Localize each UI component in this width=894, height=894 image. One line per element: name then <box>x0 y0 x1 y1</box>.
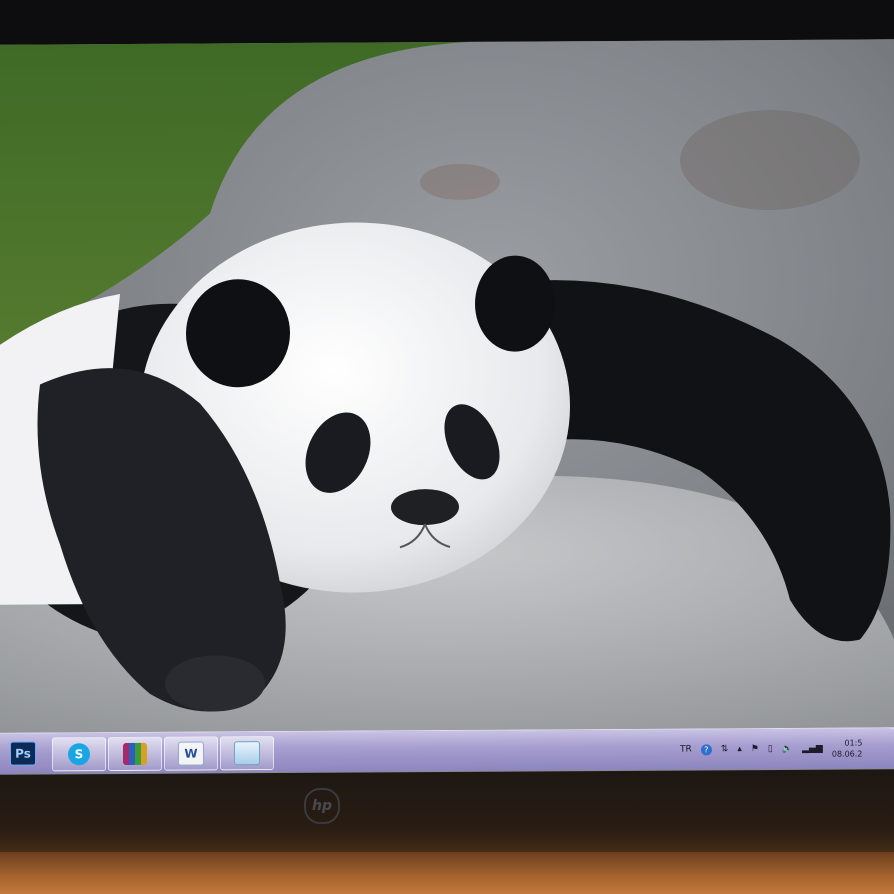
desk-surface <box>0 852 894 894</box>
taskbar: Ps S W TR ? ⇅ ▴ ⚑ ▯ 🔈 ▂▄▆ 01:5 08.06.2 <box>0 727 894 774</box>
signal-strength-icon[interactable]: ▂▄▆ <box>802 744 823 754</box>
taskbar-button-explorer[interactable] <box>220 736 274 771</box>
skype-icon: S <box>68 743 90 766</box>
folder-icon <box>234 741 260 766</box>
clock[interactable]: 01:5 08.06.2 <box>832 737 863 759</box>
taskbar-button-skype[interactable]: S <box>52 737 106 772</box>
show-hidden-icons-chevron-icon[interactable]: ▴ <box>737 744 742 754</box>
panda-wallpaper-image <box>0 39 894 733</box>
help-icon[interactable]: ? <box>700 743 712 755</box>
winrar-icon <box>123 742 147 765</box>
clock-time: 01:5 <box>844 738 863 748</box>
desktop-screen: Ps S W TR ? ⇅ ▴ ⚑ ▯ 🔈 ▂▄▆ 01:5 08.06.2 <box>0 39 894 775</box>
taskbar-button-winrar[interactable] <box>108 736 162 772</box>
clock-date: 08.06.2 <box>831 749 863 759</box>
language-indicator[interactable]: TR <box>680 745 692 755</box>
photoshop-icon: Ps <box>10 741 36 766</box>
word-icon: W <box>178 741 204 766</box>
action-center-flag-icon[interactable]: ⚑ <box>751 744 759 754</box>
system-tray: TR ? ⇅ ▴ ⚑ ▯ 🔈 ▂▄▆ 01:5 08.06.2 <box>680 728 894 769</box>
desktop-wallpaper <box>0 39 894 733</box>
network-status-icon[interactable]: ⇅ <box>721 744 729 754</box>
taskbar-button-photoshop[interactable]: Ps <box>6 737 40 769</box>
hp-logo: hp <box>304 788 340 824</box>
battery-icon[interactable]: ▯ <box>768 744 773 754</box>
taskbar-button-word[interactable]: W <box>164 736 218 771</box>
volume-icon[interactable]: 🔈 <box>782 744 793 754</box>
